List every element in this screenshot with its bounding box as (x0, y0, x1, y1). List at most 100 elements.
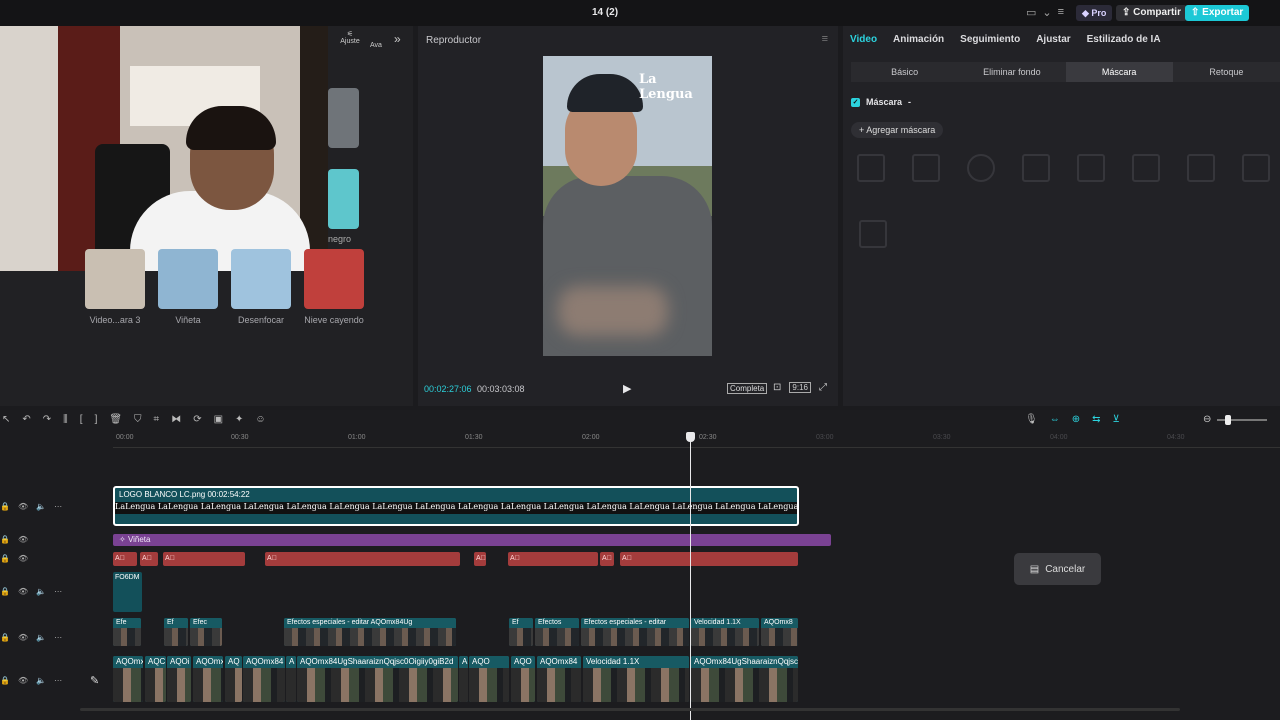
quality-button[interactable]: Completa (727, 383, 768, 394)
play-icon[interactable]: ▶ (623, 382, 631, 395)
magic-icon[interactable]: ✦ (235, 414, 243, 425)
main-clip[interactable]: AQO (469, 656, 509, 702)
main-clip[interactable]: Velocidad 1.1X (583, 656, 689, 702)
more-icon[interactable]: ⋯ (54, 587, 62, 596)
video-clip[interactable]: Velocidad 1.1X (691, 618, 759, 646)
text-clip[interactable]: A⃞ (113, 552, 137, 566)
eye-icon[interactable]: 👁 (18, 502, 28, 511)
speaker-icon[interactable]: 🔈 (36, 587, 46, 596)
text-clip[interactable]: A⃞ (508, 552, 598, 566)
add-mask-button[interactable]: + Agregar máscara (851, 122, 944, 138)
text-clip[interactable]: A⃞ (163, 552, 245, 566)
main-clip[interactable]: AQO (511, 656, 535, 702)
time-ruler[interactable]: 00:00 00:30 01:00 01:30 02:00 02:30 03:0… (113, 434, 1280, 448)
more-icon[interactable]: ⋯ (54, 633, 62, 642)
pen-mask-icon[interactable] (1242, 154, 1270, 182)
mirror-icon[interactable]: ⧓ (171, 414, 181, 425)
logo-clip[interactable]: LOGO BLANCO LC.png 00:02:54:22 LaLengua … (113, 486, 799, 526)
aspect-ratio-button[interactable]: 9:16 (789, 382, 811, 393)
eye-icon[interactable]: 👁 (18, 535, 28, 544)
zoom-out-icon[interactable]: ⊖ (1203, 414, 1211, 425)
snap-icon[interactable]: ⇆ (1092, 414, 1100, 425)
media-thumbnail[interactable] (328, 169, 359, 229)
main-clip[interactable]: A (459, 656, 468, 702)
video-clip[interactable]: AQOmx8 (761, 618, 798, 646)
trim-left-icon[interactable]: [ (80, 414, 83, 425)
link-icon[interactable]: ⇔ (1050, 414, 1060, 425)
main-clip[interactable]: AQOmx (193, 656, 223, 702)
tab-ai-styling[interactable]: Estilizado de IA (1087, 34, 1161, 45)
redo-icon[interactable]: ↷ (43, 414, 51, 425)
video-clip[interactable]: FO6DM (113, 572, 142, 612)
playhead[interactable] (690, 432, 691, 720)
circle-mask-icon[interactable] (967, 154, 995, 182)
subtab-remove-bg[interactable]: Eliminar fondo (958, 62, 1065, 82)
focus-icon[interactable]: ⊡ (773, 382, 781, 393)
subtab-retouch[interactable]: Retoque (1173, 62, 1280, 82)
effect-item[interactable]: Desenfocar (230, 249, 292, 325)
menu-icon[interactable]: ≡ (1058, 6, 1064, 19)
preview-axis-icon[interactable]: ⊻ (1112, 414, 1119, 425)
menu-icon[interactable]: ≡ (822, 33, 828, 45)
share-button[interactable]: ⇪ Compartir (1116, 5, 1187, 21)
text-mask-icon[interactable] (1187, 154, 1215, 182)
tab-video[interactable]: Video (850, 34, 877, 45)
person-icon[interactable]: ☺ (255, 414, 265, 425)
adjust-tool[interactable]: ⚟ Ajuste (338, 30, 362, 45)
effect-item[interactable]: Video...ara 3 (84, 249, 146, 325)
zoom-knob[interactable] (1225, 414, 1232, 425)
subtab-mask[interactable]: Máscara (1065, 62, 1173, 82)
crop-icon[interactable]: ⌗ (154, 414, 160, 425)
main-clip[interactable]: AQOmx (113, 656, 143, 702)
microphone-icon[interactable]: 🎙 (1025, 414, 1038, 425)
shield-icon[interactable]: ⛉ (134, 414, 142, 425)
main-clip[interactable]: AQOmx84 (537, 656, 581, 702)
magnet-icon[interactable]: ⊕ (1072, 414, 1080, 425)
text-clip[interactable]: A⃞ (600, 552, 614, 566)
speaker-icon[interactable]: 🔈 (36, 676, 46, 685)
ava-tool[interactable]: Ava (370, 42, 382, 49)
video-clip[interactable]: Ef (164, 618, 188, 646)
main-clip[interactable]: AQOi (167, 656, 191, 702)
rotate-icon[interactable]: ⟳ (193, 414, 201, 425)
cancel-button[interactable]: ▤ Cancelar (1014, 553, 1101, 585)
text-clip[interactable]: A⃞ (265, 552, 460, 566)
tab-tracking[interactable]: Seguimiento (960, 34, 1020, 45)
video-clip[interactable]: Efectos especiales - editar (581, 618, 689, 646)
main-clip[interactable]: A (286, 656, 296, 702)
split-mask-icon[interactable] (857, 154, 885, 182)
speaker-icon[interactable]: 🔈 (36, 502, 46, 511)
video-preview[interactable]: La Lengua (543, 56, 712, 356)
lock-icon[interactable]: 🔒 (0, 676, 10, 685)
fullscreen-icon[interactable]: ⤢ (819, 382, 827, 393)
filmstrip-mask-icon[interactable] (912, 154, 940, 182)
main-clip[interactable]: AQOmx84UgShaaraiznQqjsc0Oigiiy0giB2d (297, 656, 458, 702)
rectangle-mask-icon[interactable] (1022, 154, 1050, 182)
heart-mask-icon[interactable] (1132, 154, 1160, 182)
text-clip[interactable]: A⃞ (620, 552, 798, 566)
video-clip[interactable]: Efe (113, 618, 141, 646)
playhead-handle[interactable] (686, 432, 695, 442)
delete-icon[interactable]: 🗑 (109, 414, 122, 425)
lock-icon[interactable]: 🔒 (0, 633, 10, 642)
double-chevron-right-icon[interactable]: » (394, 32, 401, 46)
tab-adjust[interactable]: Ajustar (1036, 34, 1070, 45)
star-mask-icon[interactable] (1077, 154, 1105, 182)
layout-icon[interactable]: ▭ (1026, 6, 1036, 19)
video-clip[interactable]: Efec (190, 618, 222, 646)
pro-button[interactable]: ◆ Pro (1076, 5, 1113, 21)
lock-icon[interactable]: 🔒 (0, 554, 10, 563)
text-clip[interactable]: A⃞ (140, 552, 158, 566)
eye-icon[interactable]: 👁 (18, 554, 28, 563)
select-icon[interactable]: ↖ (2, 414, 10, 425)
media-thumbnail[interactable] (328, 88, 359, 148)
lock-icon[interactable]: 🔒 (0, 587, 10, 596)
video-clip[interactable]: Efectos especiales - editar AQOmx84Ug (284, 618, 456, 646)
speaker-icon[interactable]: 🔈 (36, 633, 46, 642)
undo-icon[interactable]: ↶ (22, 414, 30, 425)
text-clip[interactable]: A⃞ (474, 552, 486, 566)
zoom-slider[interactable] (1217, 414, 1268, 425)
chevron-down-icon[interactable]: ⌄ (1042, 6, 1051, 19)
horizontal-scrollbar[interactable] (80, 708, 1180, 711)
main-clip[interactable]: AQOmx84 (243, 656, 285, 702)
